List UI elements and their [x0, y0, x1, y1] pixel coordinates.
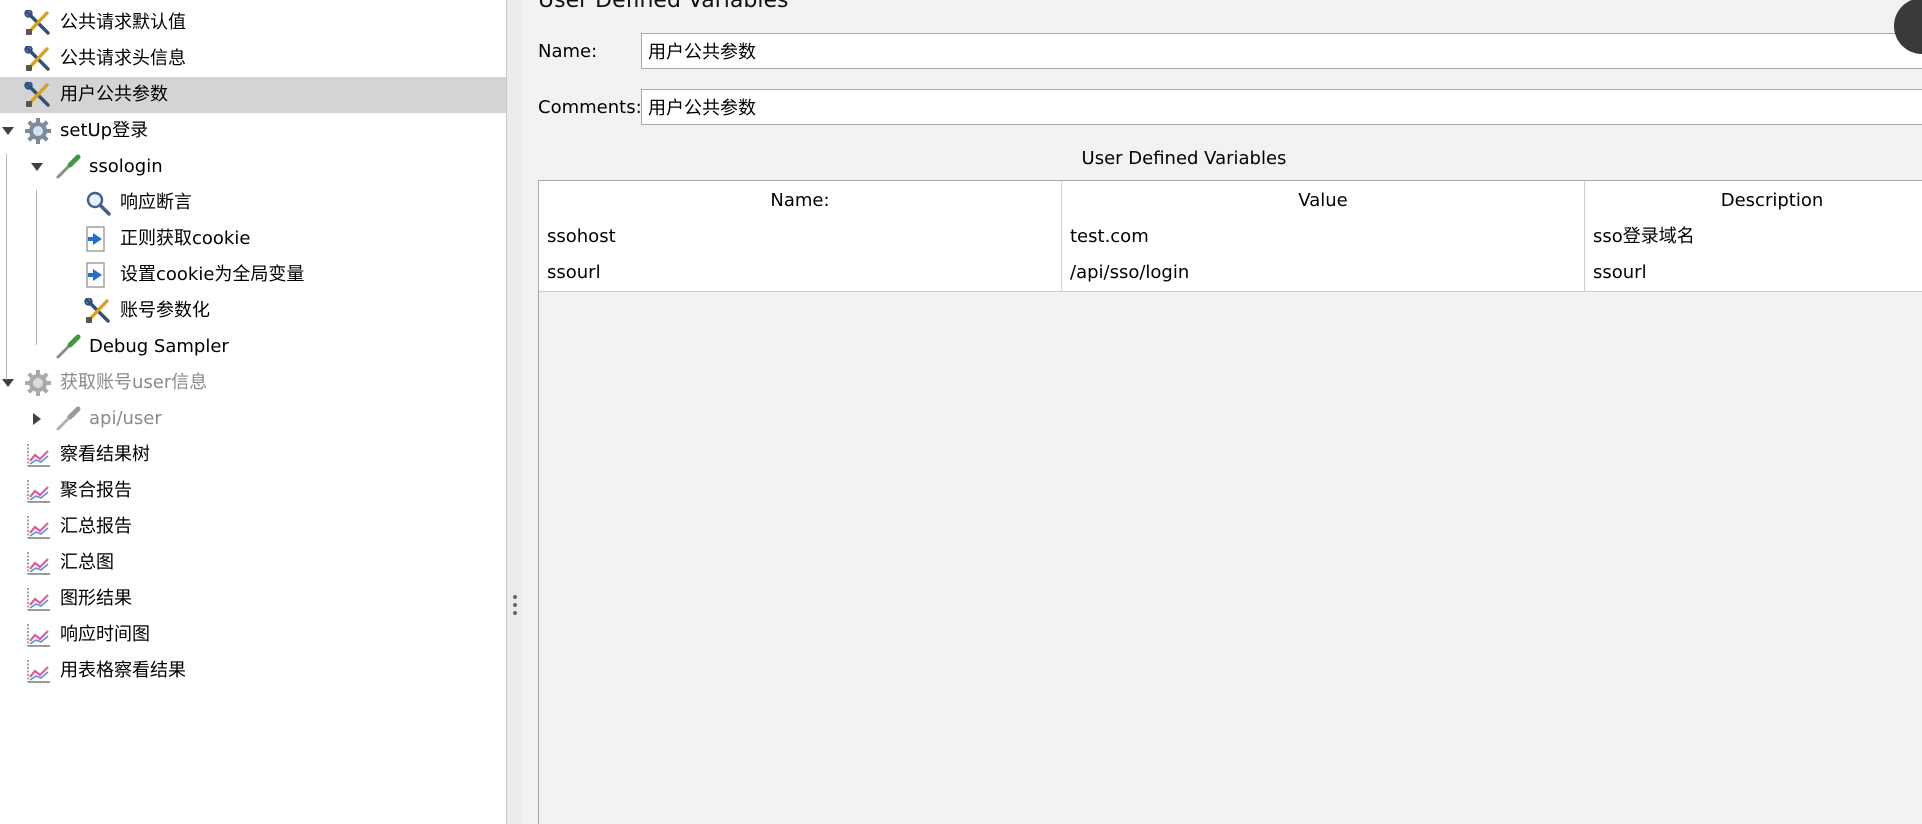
collapsed-triangle-icon[interactable]	[29, 401, 45, 437]
listener-graph-icon	[24, 550, 52, 576]
name-label: Name:	[538, 41, 598, 62]
expand-triangle-icon[interactable]	[29, 149, 45, 185]
pane-splitter[interactable]	[506, 0, 522, 824]
listener-graph-icon	[24, 622, 52, 648]
tree-node-17[interactable]: 响应时间图	[0, 617, 506, 653]
splitter-grip-dot	[513, 611, 517, 615]
expand-triangle-icon[interactable]	[0, 113, 16, 149]
tree-node-15[interactable]: 汇总图	[0, 545, 506, 581]
thread-group-gear-icon	[24, 118, 52, 144]
sampler-pipette-icon	[54, 406, 82, 432]
tree-node-11[interactable]: api/user	[0, 401, 506, 437]
tree-node-1[interactable]: 公共请求头信息	[0, 41, 506, 77]
tree-node-7[interactable]: 设置cookie为全局变量	[0, 257, 506, 293]
variables-table[interactable]: Name: Value Description ssohost test.com…	[538, 180, 1922, 824]
listener-graph-icon	[24, 658, 52, 684]
table-cell-description[interactable]: sso登录域名	[1585, 219, 1922, 255]
config-tools-icon	[24, 81, 52, 108]
tree-node-14[interactable]: 汇总报告	[0, 509, 506, 545]
tree-guide-line	[6, 154, 7, 380]
tree-node-10[interactable]: 获取账号user信息	[0, 365, 506, 401]
tree-node-label: 设置cookie为全局变量	[120, 264, 305, 285]
tree-node-8[interactable]: 账号参数化	[0, 293, 506, 329]
comments-field[interactable]	[641, 89, 1922, 125]
test-plan-tree[interactable]: 公共请求默认值 公共请求头信息 用户公共参数 setUp登录 ssologin 响应断言正…	[0, 0, 506, 824]
tree-node-12[interactable]: 察看结果树	[0, 437, 506, 473]
listener-graph-icon	[24, 586, 52, 612]
table-cell-name[interactable]: ssohost	[539, 219, 1062, 255]
tree-node-6[interactable]: 正则获取cookie	[0, 221, 506, 257]
tree-node-9[interactable]: Debug Sampler	[0, 329, 506, 365]
tree-node-label: 响应时间图	[60, 624, 150, 645]
tree-node-16[interactable]: 图形结果	[0, 581, 506, 617]
table-cell-description[interactable]: ssourl	[1585, 255, 1922, 291]
tree-node-0[interactable]: 公共请求默认值	[0, 5, 506, 41]
post-processor-arrow-icon	[84, 226, 112, 252]
listener-graph-icon	[24, 442, 52, 468]
table-row[interactable]: ssohost test.com sso登录域名	[539, 219, 1922, 256]
table-cell-value[interactable]: /api/sso/login	[1062, 255, 1585, 291]
config-tools-icon	[24, 45, 52, 72]
tree-node-label: 获取账号user信息	[60, 372, 208, 393]
listener-graph-icon	[24, 514, 52, 540]
table-row[interactable]: ssourl /api/sso/login ssourl	[539, 255, 1922, 292]
tree-node-label: Debug Sampler	[89, 336, 229, 357]
table-caption: User Defined Variables	[1081, 148, 1287, 169]
app-root: 公共请求默认值 公共请求头信息 用户公共参数 setUp登录 ssologin 响应断言正…	[0, 0, 1922, 824]
tree-node-label: 用户公共参数	[60, 84, 168, 105]
expand-triangle-icon[interactable]	[0, 365, 16, 401]
tree-node-2[interactable]: 用户公共参数	[0, 77, 506, 113]
comments-label: Comments:	[538, 97, 642, 118]
tree-node-label: setUp登录	[60, 120, 149, 141]
tree-node-label: api/user	[89, 408, 162, 429]
table-cell-value[interactable]: test.com	[1062, 219, 1585, 255]
tree-node-label: 察看结果树	[60, 444, 150, 465]
table-header-row: Name: Value Description	[539, 181, 1922, 221]
listener-graph-icon	[24, 478, 52, 504]
assertion-magnifier-icon	[84, 190, 112, 216]
column-header-value[interactable]: Value	[1062, 181, 1585, 219]
sampler-pipette-icon	[54, 154, 82, 180]
tree-node-label: 公共请求默认值	[60, 12, 186, 33]
panel-title: User Defined Variables	[538, 0, 789, 13]
splitter-grip-dot	[513, 595, 517, 599]
tree-node-label: ssologin	[89, 156, 163, 177]
config-tools-icon	[84, 297, 112, 324]
config-tools-icon	[24, 9, 52, 36]
column-header-name[interactable]: Name:	[539, 181, 1062, 219]
name-field[interactable]	[641, 33, 1922, 69]
tree-node-3[interactable]: setUp登录	[0, 113, 506, 149]
tree-node-label: 正则获取cookie	[120, 228, 251, 249]
tree-node-13[interactable]: 聚合报告	[0, 473, 506, 509]
tree-node-label: 聚合报告	[60, 480, 132, 501]
post-processor-arrow-icon	[84, 262, 112, 288]
column-header-description[interactable]: Description	[1585, 181, 1922, 219]
table-cell-name[interactable]: ssourl	[539, 255, 1062, 291]
tree-node-18[interactable]: 用表格察看结果	[0, 653, 506, 689]
tree-node-5[interactable]: 响应断言	[0, 185, 506, 221]
config-panel: User Defined Variables Name: Comments: U…	[522, 0, 1922, 824]
tree-node-label: 账号参数化	[120, 300, 210, 321]
tree-node-label: 汇总图	[60, 552, 114, 573]
sampler-pipette-icon	[54, 334, 82, 360]
tree-node-label: 图形结果	[60, 588, 132, 609]
splitter-grip-dot	[513, 603, 517, 607]
tree-node-label: 用表格察看结果	[60, 660, 186, 681]
tree-node-label: 汇总报告	[60, 516, 132, 537]
thread-group-gear-icon	[24, 370, 52, 396]
tree-node-4[interactable]: ssologin	[0, 149, 506, 185]
tree-guide-line	[36, 190, 37, 345]
tree-node-label: 公共请求头信息	[60, 48, 186, 69]
tree-node-label: 响应断言	[120, 192, 192, 213]
